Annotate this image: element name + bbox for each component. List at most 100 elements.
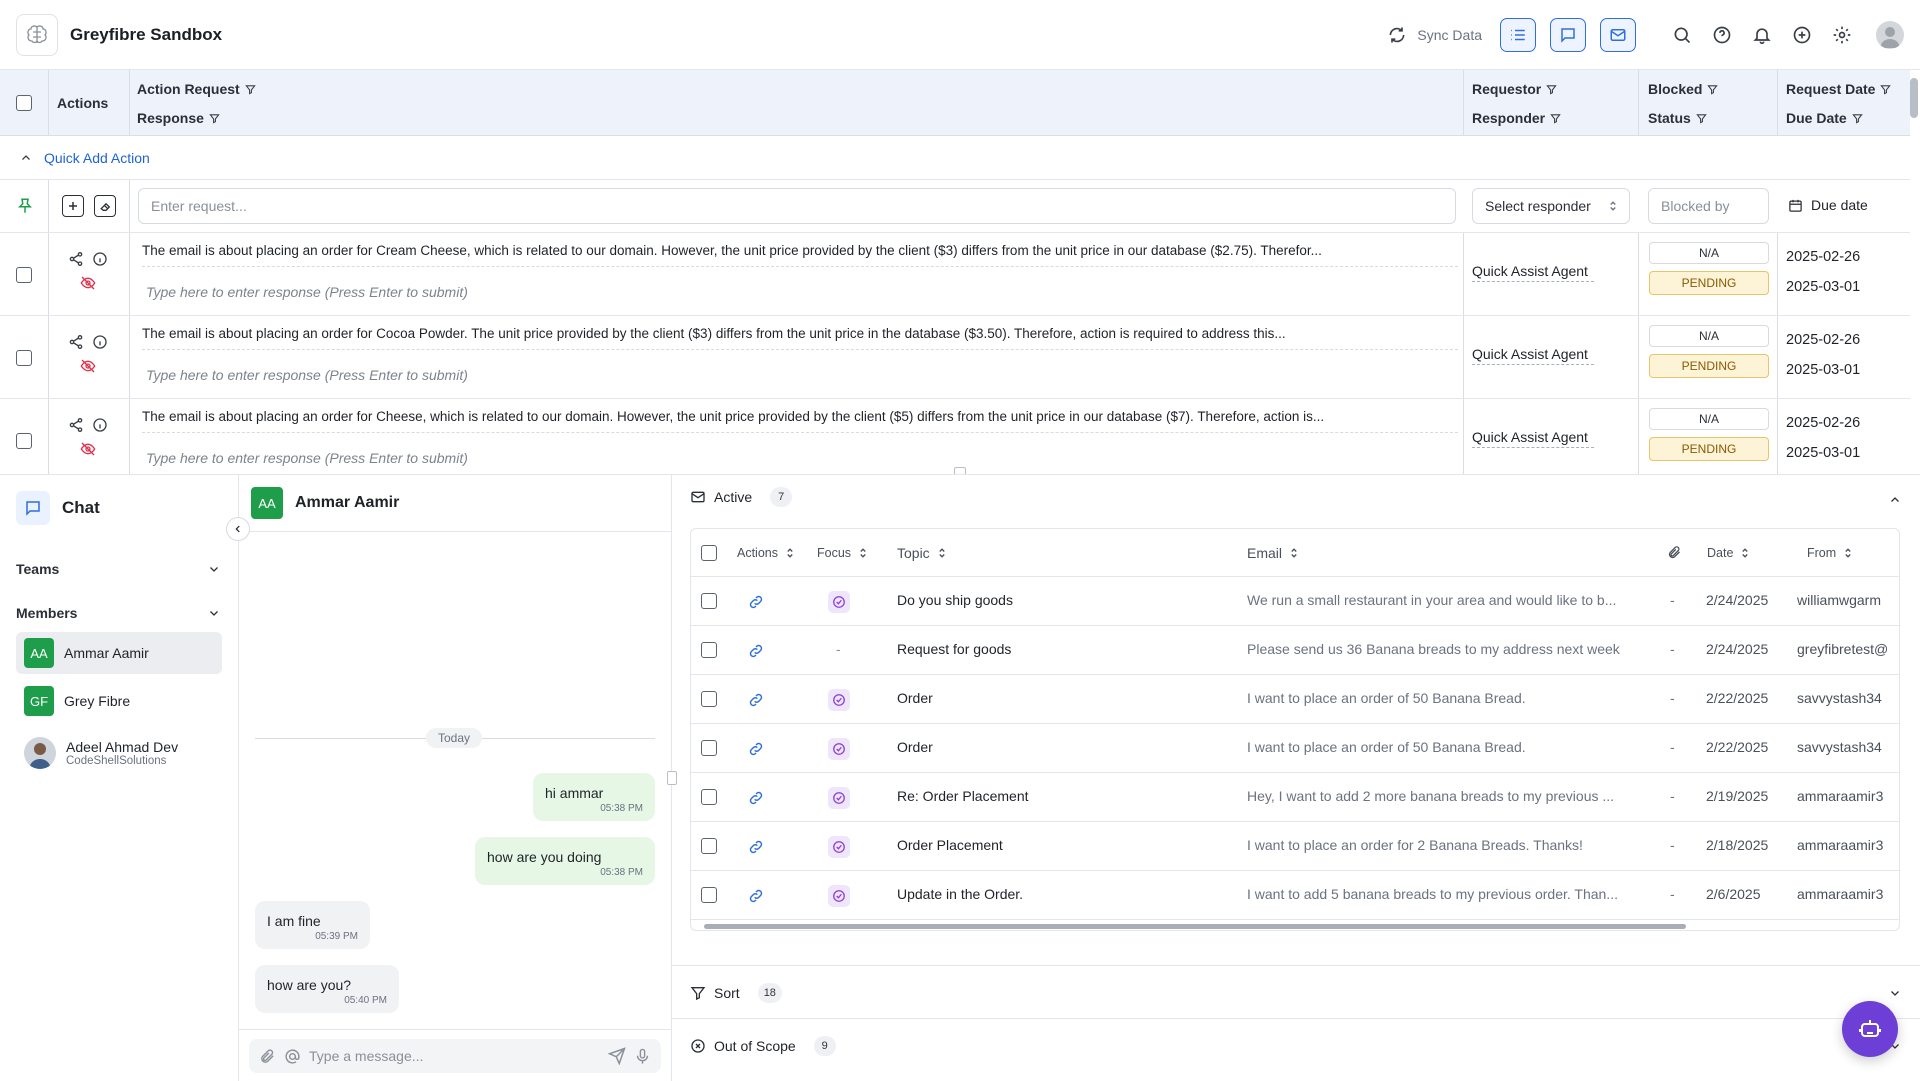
- help-button[interactable]: [1702, 17, 1742, 53]
- link-icon[interactable]: [748, 643, 764, 659]
- responder-name[interactable]: Quick Assist Agent: [1472, 429, 1594, 448]
- email-snippet[interactable]: Hey, I want to add 2 more banana breads …: [1247, 788, 1632, 804]
- mention-icon[interactable]: [284, 1048, 301, 1065]
- info-icon[interactable]: [92, 334, 108, 350]
- chat-resize-handle[interactable]: [667, 771, 677, 785]
- email-row[interactable]: Order I want to place an order of 50 Bana…: [690, 675, 1900, 724]
- from-column-header[interactable]: From: [1807, 546, 1852, 560]
- link-icon[interactable]: [748, 839, 764, 855]
- blocked-value[interactable]: N/A: [1649, 242, 1769, 264]
- email-snippet[interactable]: I want to place an order for 2 Banana Br…: [1247, 837, 1632, 853]
- status-badge[interactable]: PENDING: [1649, 354, 1769, 378]
- row-checkbox[interactable]: [16, 267, 32, 283]
- send-icon[interactable]: [608, 1047, 626, 1065]
- status-header[interactable]: Status: [1648, 110, 1707, 126]
- search-button[interactable]: [1662, 17, 1702, 53]
- share-icon[interactable]: [68, 334, 84, 350]
- action-request-text[interactable]: The email is about placing an order for …: [142, 409, 1458, 433]
- email-topic[interactable]: Do you ship goods: [897, 592, 1227, 608]
- email-snippet[interactable]: Please send us 36 Banana breads to my ad…: [1247, 641, 1632, 657]
- list-view-toggle[interactable]: [1500, 17, 1536, 52]
- notifications-button[interactable]: [1742, 17, 1782, 53]
- quick-add-toggle[interactable]: Quick Add Action: [0, 136, 1910, 180]
- action-request-header[interactable]: Action Request: [137, 81, 256, 97]
- focus-badge[interactable]: [828, 738, 850, 760]
- focus-badge[interactable]: [828, 836, 850, 858]
- link-icon[interactable]: [748, 888, 764, 904]
- email-topic[interactable]: Update in the Order.: [897, 886, 1227, 902]
- blocked-value[interactable]: N/A: [1649, 325, 1769, 347]
- info-icon[interactable]: [92, 251, 108, 267]
- due-date[interactable]: 2025-03-01: [1786, 362, 1860, 378]
- message-input[interactable]: Type a message...: [309, 1048, 600, 1064]
- link-icon[interactable]: [748, 790, 764, 806]
- clear-input-button[interactable]: [94, 195, 116, 217]
- paperclip-icon[interactable]: [1667, 545, 1682, 560]
- focus-column-header[interactable]: Focus: [817, 546, 867, 560]
- focus-badge[interactable]: [828, 591, 850, 613]
- email-row-checkbox[interactable]: [701, 789, 717, 805]
- out-of-scope-section-header[interactable]: Out of Scope 9: [690, 1036, 836, 1056]
- chevron-down-icon[interactable]: [1889, 987, 1901, 999]
- email-row[interactable]: Re: Order Placement Hey, I want to add 2 …: [690, 773, 1900, 822]
- chevron-up-icon[interactable]: [1889, 494, 1901, 506]
- status-badge[interactable]: PENDING: [1649, 437, 1769, 461]
- add-action-button[interactable]: [62, 195, 84, 217]
- due-date-header[interactable]: Due Date: [1786, 110, 1863, 126]
- app-logo[interactable]: [16, 13, 58, 56]
- email-view-toggle[interactable]: [1600, 17, 1636, 52]
- collapse-sidebar-button[interactable]: [226, 517, 250, 541]
- email-topic[interactable]: Re: Order Placement: [897, 788, 1227, 804]
- topic-column-header[interactable]: Topic: [897, 545, 946, 561]
- active-section-header[interactable]: Active 7: [690, 487, 793, 507]
- email-topic[interactable]: Order: [897, 739, 1227, 755]
- row-checkbox[interactable]: [16, 350, 32, 366]
- responder-header[interactable]: Responder: [1472, 110, 1561, 126]
- email-row-checkbox[interactable]: [701, 740, 717, 756]
- info-icon[interactable]: [92, 417, 108, 433]
- member-item-grey-fibre[interactable]: GF Grey Fibre: [16, 680, 222, 722]
- request-input[interactable]: Enter request...: [138, 188, 1456, 224]
- email-row-checkbox[interactable]: [701, 593, 717, 609]
- select-all-checkbox[interactable]: [16, 95, 32, 111]
- eye-off-icon[interactable]: [80, 441, 96, 457]
- action-table-scrollbar[interactable]: [1910, 78, 1918, 118]
- link-icon[interactable]: [748, 594, 764, 610]
- responder-name[interactable]: Quick Assist Agent: [1472, 346, 1594, 365]
- email-row[interactable]: Do you ship goods We run a small restaura…: [690, 577, 1900, 626]
- date-column-header[interactable]: Date: [1707, 546, 1749, 560]
- member-item-ammar-aamir[interactable]: AA Ammar Aamir: [16, 632, 222, 674]
- email-topic[interactable]: Request for goods: [897, 641, 1227, 657]
- email-topic[interactable]: Order Placement: [897, 837, 1227, 853]
- pin-button[interactable]: [16, 196, 34, 216]
- blocked-header[interactable]: Blocked: [1648, 81, 1719, 97]
- email-topic[interactable]: Order: [897, 690, 1227, 706]
- email-row-checkbox[interactable]: [701, 887, 717, 903]
- response-header[interactable]: Response: [137, 110, 220, 126]
- email-table-hscroll[interactable]: [698, 922, 1892, 931]
- assistant-bot-button[interactable]: [1842, 1001, 1898, 1057]
- eye-off-icon[interactable]: [80, 275, 96, 291]
- member-item-adeel-ahmad-dev[interactable]: Adeel Ahmad Dev CodeShellSolutions: [16, 731, 222, 775]
- email-row[interactable]: Order I want to place an order of 50 Bana…: [690, 724, 1900, 773]
- chevron-down-icon[interactable]: [208, 607, 220, 619]
- sort-section-header[interactable]: Sort 18: [690, 983, 782, 1003]
- focus-badge[interactable]: [828, 787, 850, 809]
- select-all-emails-checkbox[interactable]: [701, 545, 717, 561]
- request-date-header[interactable]: Request Date: [1786, 81, 1892, 97]
- email-row-checkbox[interactable]: [701, 691, 717, 707]
- blocked-value[interactable]: N/A: [1649, 408, 1769, 430]
- response-input[interactable]: Type here to enter response (Press Enter…: [146, 284, 468, 300]
- chevron-down-icon[interactable]: [208, 563, 220, 575]
- due-date-picker[interactable]: Due date: [1788, 197, 1868, 213]
- email-row[interactable]: - Request for goods Please send us 36 Bana…: [690, 626, 1900, 675]
- row-checkbox[interactable]: [16, 433, 32, 449]
- email-row-checkbox[interactable]: [701, 642, 717, 658]
- email-snippet[interactable]: I want to place an order of 50 Banana Br…: [1247, 690, 1632, 706]
- microphone-icon[interactable]: [634, 1048, 651, 1065]
- status-badge[interactable]: PENDING: [1649, 271, 1769, 295]
- action-request-text[interactable]: The email is about placing an order for …: [142, 326, 1458, 350]
- settings-button[interactable]: [1822, 17, 1862, 53]
- hscroll-thumb[interactable]: [704, 924, 1686, 929]
- focus-badge[interactable]: [828, 689, 850, 711]
